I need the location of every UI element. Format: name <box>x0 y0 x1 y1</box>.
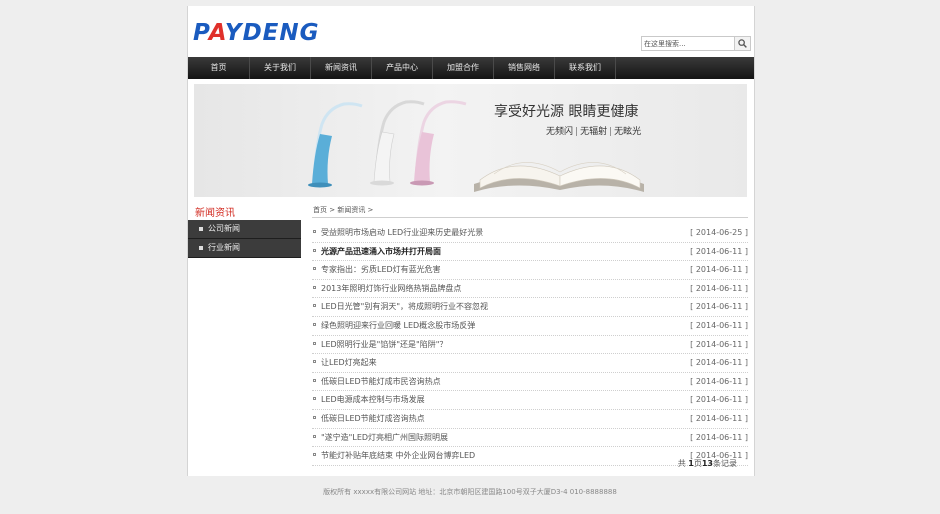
news-title[interactable]: 绿色照明迎来行业回暖 LED概念股市场反弹 <box>321 317 475 334</box>
square-bullet-icon <box>313 378 316 382</box>
sidebar-item-label: 公司新闻 <box>208 224 240 233</box>
banner-slogan: 享受好光源 眼睛更健康 <box>494 104 639 120</box>
list-item[interactable]: LED电源成本控制与市场发展 [ 2014-06-11 ] <box>312 391 748 410</box>
nav-item-products[interactable]: 产品中心 <box>372 57 433 79</box>
square-bullet-icon <box>313 341 316 345</box>
square-bullet-icon <box>313 434 316 438</box>
news-date: [ 2014-06-11 ] <box>690 246 748 256</box>
breadcrumb[interactable]: 首页 > 新闻资讯 > <box>313 205 373 215</box>
news-title[interactable]: LED电源成本控制与市场发展 <box>321 391 425 408</box>
sidebar-item-label: 行业新闻 <box>208 243 240 252</box>
main-nav: 首页 关于我们 新闻资讯 产品中心 加盟合作 销售网络 联系我们 <box>188 57 754 79</box>
news-date: [ 2014-06-11 ] <box>690 358 748 368</box>
bullet-icon <box>199 227 203 231</box>
logo-letter-a: A <box>208 20 225 46</box>
sidebar-title: 新闻资讯 <box>195 208 235 219</box>
news-title[interactable]: 光源产品迅速涌入市场并打开局面 <box>321 243 441 260</box>
nav-item-contact[interactable]: 联系我们 <box>555 57 616 79</box>
banner-illustration <box>308 100 644 192</box>
nav-item-home[interactable]: 首页 <box>188 57 250 79</box>
sidebar-item-industry-news[interactable]: 行业新闻 <box>188 239 301 258</box>
pager-suffix: 条记录 <box>713 459 737 468</box>
search-box <box>641 36 751 51</box>
banner-tag: 无眩光 <box>614 127 642 137</box>
pagination-summary: 共 1页13条记录 <box>678 458 737 469</box>
banner-tag: 无辐射 <box>580 127 608 137</box>
square-bullet-icon <box>313 453 316 457</box>
news-list: 受益照明市场启动 LED行业迎来历史最好光景 [ 2014-06-25 ] 光源产… <box>312 224 748 466</box>
news-date: [ 2014-06-11 ] <box>690 265 748 275</box>
list-item[interactable]: 2013年照明灯饰行业网络热销品牌盘点 [ 2014-06-11 ] <box>312 280 748 299</box>
news-title[interactable]: 低碳日LED节能灯成市民咨询热点 <box>321 373 441 390</box>
square-bullet-icon <box>313 267 316 271</box>
logo-letter-p: P <box>193 20 209 46</box>
news-date: [ 2014-06-11 ] <box>690 376 748 386</box>
divider <box>312 217 748 218</box>
list-item[interactable]: 专家指出：劣质LED灯有蓝光危害 [ 2014-06-11 ] <box>312 261 748 280</box>
news-date: [ 2014-06-11 ] <box>690 395 748 405</box>
news-title[interactable]: 受益照明市场启动 LED行业迎来历史最好光景 <box>321 224 483 241</box>
news-date: [ 2014-06-11 ] <box>690 432 748 442</box>
news-date: [ 2014-06-11 ] <box>690 302 748 312</box>
nav-item-franchise[interactable]: 加盟合作 <box>433 57 494 79</box>
pager-count: 13 <box>701 459 713 468</box>
banner-tag: 无频闪 <box>546 127 574 137</box>
news-title[interactable]: LED照明行业是"馅饼"还是"陷阱"？ <box>321 336 447 353</box>
list-item[interactable]: "遂宁造"LED灯亮相广州国际照明展 [ 2014-06-11 ] <box>312 429 748 448</box>
news-date: [ 2014-06-11 ] <box>690 413 748 423</box>
list-item[interactable]: 低碳日LED节能灯成市民咨询热点 [ 2014-06-11 ] <box>312 373 748 392</box>
sidebar-menu: 公司新闻 行业新闻 <box>188 220 301 258</box>
nav-item-news[interactable]: 新闻资讯 <box>311 57 372 79</box>
list-item[interactable]: 受益照明市场启动 LED行业迎来历史最好光景 [ 2014-06-25 ] <box>312 224 748 243</box>
news-date: [ 2014-06-11 ] <box>690 320 748 330</box>
list-item[interactable]: LED照明行业是"馅饼"还是"陷阱"？ [ 2014-06-11 ] <box>312 336 748 355</box>
bullet-icon <box>199 246 203 250</box>
hero-banner[interactable]: 享受好光源 眼睛更健康 无频闪 | 无辐射 | 无眩光 <box>194 84 747 197</box>
search-button[interactable] <box>734 37 750 50</box>
logo-letters-rest: YDENG <box>224 20 320 46</box>
square-bullet-icon <box>313 230 316 233</box>
list-item[interactable]: 让LED灯亮起来 [ 2014-06-11 ] <box>312 354 748 373</box>
list-item[interactable]: LED日光管"别有洞天"，将成照明行业不容忽视 [ 2014-06-11 ] <box>312 298 748 317</box>
square-bullet-icon <box>313 397 316 401</box>
search-input[interactable] <box>642 37 734 50</box>
square-bullet-icon <box>313 285 316 289</box>
page-container: PAYDENG 首页 关于我们 新闻资讯 产品中心 加盟合作 销售网络 联系我们 <box>187 6 755 476</box>
site-logo[interactable]: PAYDENG <box>193 20 320 46</box>
square-bullet-icon <box>313 304 316 308</box>
square-bullet-icon <box>313 248 316 252</box>
square-bullet-icon <box>313 360 316 364</box>
news-date: [ 2014-06-11 ] <box>690 339 748 349</box>
sidebar-item-company-news[interactable]: 公司新闻 <box>188 220 301 239</box>
news-title[interactable]: 2013年照明灯饰行业网络热销品牌盘点 <box>321 280 461 297</box>
nav-item-about[interactable]: 关于我们 <box>250 57 311 79</box>
list-item[interactable]: 绿色照明迎来行业回暖 LED概念股市场反弹 [ 2014-06-11 ] <box>312 317 748 336</box>
square-bullet-icon <box>313 415 316 419</box>
list-item[interactable]: 光源产品迅速涌入市场并打开局面 [ 2014-06-11 ] <box>312 243 748 262</box>
pager-middle: 页 <box>693 459 702 468</box>
news-title[interactable]: 让LED灯亮起来 <box>321 354 377 371</box>
nav-item-sales-network[interactable]: 销售网络 <box>494 57 555 79</box>
news-title[interactable]: "遂宁造"LED灯亮相广州国际照明展 <box>321 429 448 446</box>
news-title[interactable]: LED日光管"别有洞天"，将成照明行业不容忽视 <box>321 298 488 315</box>
list-item[interactable]: 低碳日LED节能灯成咨询热点 [ 2014-06-11 ] <box>312 410 748 429</box>
pager-prefix: 共 <box>677 459 686 468</box>
news-title[interactable]: 专家指出：劣质LED灯有蓝光危害 <box>321 261 441 278</box>
square-bullet-icon <box>313 322 316 326</box>
footer-copyright: 版权所有 xxxxx有限公司网站 地址：北京市朝阳区建国路100号双子大厦D3-… <box>323 488 617 496</box>
news-title[interactable]: 低碳日LED节能灯成咨询热点 <box>321 410 425 427</box>
banner-tags: 无频闪 | 无辐射 | 无眩光 <box>544 124 643 137</box>
search-icon <box>738 39 747 48</box>
news-date: [ 2014-06-11 ] <box>690 283 748 293</box>
news-date: [ 2014-06-25 ] <box>690 228 748 237</box>
news-title[interactable]: 节能灯补贴年底结束 中外企业网台博弈LED <box>321 447 475 464</box>
